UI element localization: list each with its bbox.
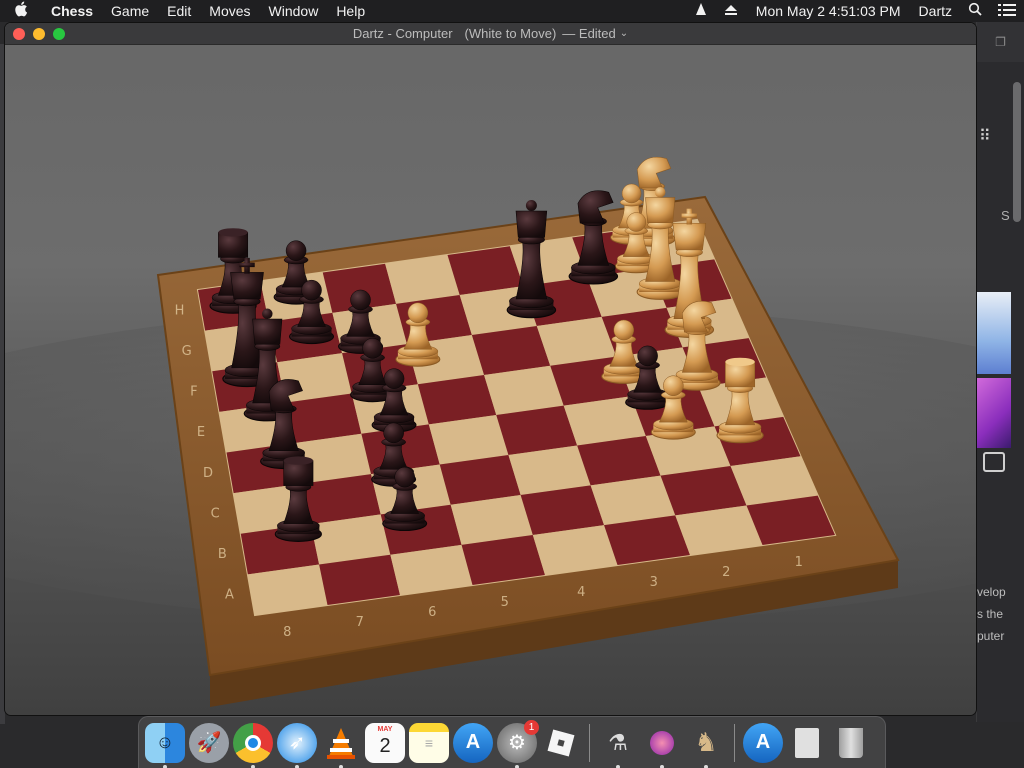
control-center-icon[interactable]	[990, 0, 1024, 22]
background-scrollbar[interactable]	[1013, 82, 1021, 222]
dock-safari[interactable]: ➶	[277, 722, 317, 768]
dock-app-store[interactable]: A	[453, 722, 493, 763]
file-label: 1	[795, 555, 803, 570]
calendar-day: 2	[379, 734, 391, 757]
dock-finder[interactable]: ☺	[145, 722, 185, 768]
menu-user[interactable]: Dartz	[911, 0, 960, 22]
file-label: 4	[577, 585, 585, 600]
background-thumbnail-2[interactable]	[977, 378, 1011, 448]
file-label: 7	[356, 615, 364, 630]
eject-icon[interactable]	[716, 0, 746, 22]
background-thumbnail-1[interactable]	[977, 292, 1011, 374]
app-store-icon: A	[465, 731, 481, 753]
window-edited-label[interactable]: — Edited	[562, 26, 615, 41]
rank-label: C	[211, 506, 220, 521]
dock-separator	[589, 723, 590, 762]
window-titlebar[interactable]: Dartz - Computer (White to Move) — Edite…	[5, 23, 976, 45]
notification-badge: 1	[524, 719, 539, 735]
dock-notes[interactable]: ≡	[409, 722, 449, 763]
chess-scene[interactable]: H G F E D C B A 8 7 6 5 4 3 2 1	[5, 45, 976, 715]
file-label: 5	[501, 595, 509, 610]
file-label: 2	[722, 565, 730, 580]
menu-help[interactable]: Help	[327, 0, 374, 22]
rank-label: D	[203, 466, 213, 481]
dock-calendar[interactable]: MAY 2	[365, 722, 405, 763]
window-status: (White to Move)	[464, 26, 557, 41]
cone-icon	[327, 727, 355, 759]
rank-label: E	[197, 425, 205, 440]
background-window[interactable]: ❐ ⠿ S velop s the puter	[976, 22, 1024, 722]
dock-trash[interactable]	[831, 723, 871, 763]
chess-window: Dartz - Computer (White to Move) — Edite…	[5, 23, 976, 715]
file-label: 3	[650, 575, 658, 590]
background-side-letter: S	[1001, 208, 1010, 223]
roblox-icon	[547, 729, 575, 756]
rocket-icon: 🚀	[196, 732, 222, 754]
menu-edit[interactable]: Edit	[158, 0, 200, 22]
background-text-line-1: velop	[977, 585, 1006, 599]
menu-moves[interactable]: Moves	[200, 0, 259, 22]
menu-clock[interactable]: Mon May 2 4:51:03 PM	[746, 0, 911, 22]
rank-label: B	[218, 547, 227, 562]
rank-label: A	[225, 588, 234, 603]
dock-chess[interactable]: ♞	[686, 723, 726, 768]
chrome-icon	[245, 734, 261, 751]
background-text-line-2: s the	[977, 607, 1004, 621]
dock-vlc[interactable]	[321, 723, 361, 768]
vlc-status-icon[interactable]	[686, 0, 716, 22]
dock: ☺ 🚀 ➶ MAY 2 ≡ A ⚙ 1 ⚗ ♞ A	[138, 716, 886, 768]
potion-icon	[650, 730, 674, 755]
restore-icon[interactable]: ❐	[995, 35, 1006, 49]
window-title: Dartz - Computer	[352, 26, 453, 41]
dock-system-preferences[interactable]: ⚙ 1	[497, 719, 539, 768]
document-icon	[795, 727, 819, 758]
dock-instruments[interactable]: ⚗	[598, 723, 638, 768]
rank-label: G	[182, 344, 192, 359]
notes-icon: ≡	[424, 734, 434, 751]
calendar-month: MAY	[377, 725, 393, 733]
spotlight-search-icon[interactable]	[960, 0, 990, 22]
minimize-button[interactable]	[33, 28, 45, 40]
dock-chrome[interactable]	[233, 722, 273, 768]
dock-documents[interactable]	[787, 723, 827, 763]
trash-icon	[839, 727, 863, 758]
instruments-icon: ⚗	[608, 729, 628, 755]
image-icon[interactable]	[983, 452, 1005, 472]
chess-knight-icon: ♞	[694, 727, 718, 757]
menu-game[interactable]: Game	[102, 0, 158, 22]
close-button[interactable]	[13, 28, 25, 40]
menu-bar: Chess Game Edit Moves Window Help Mon Ma…	[0, 0, 1024, 22]
dock-separator-2	[734, 723, 735, 762]
dock-app-store-downloads[interactable]: A	[743, 722, 783, 763]
background-text-line-3: puter	[977, 629, 1005, 643]
dock-xcode-tools[interactable]	[642, 723, 682, 768]
menu-window[interactable]: Window	[260, 0, 328, 22]
app-store-icon: A	[755, 731, 771, 753]
zoom-button[interactable]	[53, 28, 65, 40]
gear-icon: ⚙	[508, 732, 526, 754]
finder-icon: ☺	[155, 732, 175, 752]
file-label: 6	[428, 605, 436, 620]
chevron-down-icon[interactable]: ⌄	[620, 28, 628, 39]
file-label: 8	[283, 625, 291, 640]
dock-roblox[interactable]	[541, 723, 581, 763]
background-window-titlebar[interactable]: ❐	[977, 22, 1024, 62]
apple-menu-icon[interactable]	[0, 1, 42, 21]
rank-label: F	[190, 385, 197, 400]
dock-launchpad[interactable]: 🚀	[189, 722, 229, 763]
menu-app-name[interactable]: Chess	[42, 0, 102, 22]
compass-icon: ➶	[288, 732, 306, 754]
rank-label: H	[175, 303, 185, 318]
grid-dots-icon[interactable]: ⠿	[979, 126, 991, 146]
